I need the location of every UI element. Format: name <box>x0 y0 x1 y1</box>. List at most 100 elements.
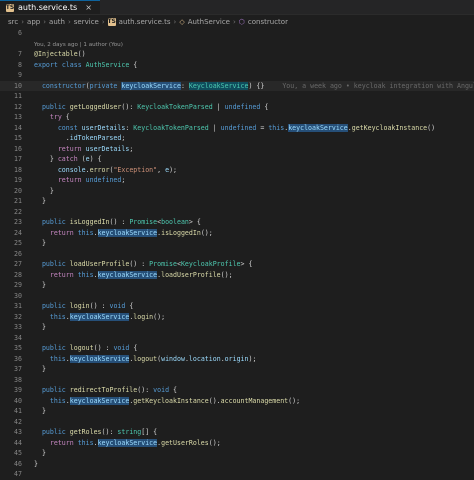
code-line[interactable]: 42 <box>0 417 474 428</box>
code-line[interactable]: 37 } <box>0 364 474 375</box>
line-number: 36 <box>14 354 22 363</box>
code-line[interactable]: 23 public isLoggedIn() : Promise<boolean… <box>0 217 474 228</box>
line-number: 35 <box>14 344 22 352</box>
code-line[interactable]: 9 <box>0 70 474 81</box>
code-editor[interactable]: 6 You, 2 days ago | 1 author (You) 7 @Injec… <box>0 28 474 480</box>
code-text: return userDetails; <box>57 144 134 153</box>
chevron-right-icon: › <box>173 17 177 26</box>
line-number: 19 <box>14 176 22 184</box>
code-line[interactable]: 26 <box>0 249 474 260</box>
code-text: } <box>34 197 46 205</box>
code-line[interactable]: 44 return this.keycloakService.getUserRo… <box>0 438 474 449</box>
breadcrumb-item[interactable]: app <box>27 18 40 26</box>
code-text: export class AuthService { <box>34 60 138 69</box>
breadcrumb-item[interactable]: service <box>74 18 99 26</box>
code-line[interactable]: 35 public logout() : void { <box>0 343 474 354</box>
code-text: public logout() : void { <box>41 344 138 352</box>
line-number: 37 <box>14 365 22 373</box>
chevron-right-icon: › <box>21 17 25 26</box>
code-text: public login() : void { <box>41 302 134 310</box>
code-line[interactable]: 21 } <box>0 196 474 207</box>
code-line[interactable]: 19 return undefined; <box>0 175 474 186</box>
line-number: 17 <box>14 155 22 163</box>
code-line[interactable]: 22 <box>0 207 474 218</box>
code-line[interactable]: 47 <box>0 469 474 480</box>
code-line[interactable]: 28 return this.keycloakService.loadUserP… <box>0 270 474 281</box>
code-text: return this.keycloakService.isLoggedIn()… <box>49 228 213 237</box>
code-text: } catch (e) { <box>34 155 102 163</box>
code-text: } <box>34 239 46 247</box>
breadcrumb-item[interactable]: auth.service.ts <box>119 18 171 26</box>
code-line[interactable]: 41 } <box>0 406 474 417</box>
code-line[interactable]: 6 <box>0 28 474 39</box>
code-line[interactable]: 39 public redirectToProfile(): void { <box>0 385 474 396</box>
code-line[interactable]: 16 return userDetails; <box>0 144 474 155</box>
line-number: 33 <box>14 323 22 331</box>
code-line[interactable]: 17 } catch (e) { <box>0 154 474 165</box>
code-text: return undefined; <box>57 176 126 184</box>
code-text: @Injectable() <box>34 50 86 58</box>
code-text: } <box>34 186 54 195</box>
code-line[interactable]: 33 } <box>0 322 474 333</box>
line-number: 23 <box>14 218 22 226</box>
code-text: this.keycloakService.login(); <box>49 312 166 321</box>
line-number: 20 <box>14 186 22 195</box>
breadcrumb-item[interactable]: constructor <box>248 18 288 26</box>
code-text: return this.keycloakService.loadUserProf… <box>49 270 233 279</box>
code-line[interactable]: 24 return this.keycloakService.isLoggedI… <box>0 228 474 239</box>
chevron-right-icon: › <box>232 17 236 26</box>
line-number: 38 <box>14 375 22 384</box>
tab-label: auth.service.ts <box>18 3 78 12</box>
line-number: 41 <box>14 407 22 415</box>
chevron-right-icon: › <box>101 17 105 26</box>
code-line[interactable]: 38 <box>0 375 474 386</box>
breadcrumb: src › app › auth › service › TS auth.service… <box>0 15 474 28</box>
line-number: 21 <box>14 197 22 205</box>
code-line[interactable]: 25 } <box>0 238 474 249</box>
code-line[interactable]: You, 2 days ago | 1 author (You) <box>0 39 474 50</box>
code-text: public getLoggedUser(): KeycloakTokenPar… <box>41 102 269 111</box>
line-number: 7 <box>18 50 22 58</box>
code-line[interactable]: 7 @Injectable() <box>0 49 474 60</box>
code-line[interactable]: 11 <box>0 91 474 102</box>
code-line[interactable]: 12 public getLoggedUser(): KeycloakToken… <box>0 102 474 113</box>
line-number: 16 <box>14 144 22 153</box>
breadcrumb-item[interactable]: src <box>8 18 18 26</box>
chevron-right-icon: › <box>43 17 47 26</box>
chevron-right-icon: › <box>67 17 71 26</box>
code-text: } <box>34 323 46 331</box>
code-line[interactable]: 45 } <box>0 448 474 459</box>
code-line[interactable]: 46} <box>0 459 474 470</box>
line-number: 25 <box>14 239 22 247</box>
code-line[interactable]: 29 } <box>0 280 474 291</box>
code-line[interactable]: 18 console.error("Exception", e); <box>0 165 474 176</box>
close-icon[interactable]: × <box>85 3 92 12</box>
code-line[interactable]: 15 .idTokenParsed; <box>0 133 474 144</box>
code-text: this.keycloakService.logout(window.locat… <box>49 354 257 363</box>
code-line[interactable]: 36 this.keycloakService.logout(window.lo… <box>0 354 474 365</box>
code-line[interactable]: 31 public login() : void { <box>0 301 474 312</box>
code-line[interactable]: 34 <box>0 333 474 344</box>
code-line[interactable]: 32 this.keycloakService.login(); <box>0 312 474 323</box>
code-line[interactable]: 13 try { <box>0 112 474 123</box>
code-line[interactable]: 20 } <box>0 186 474 197</box>
code-line[interactable]: 14 const userDetails: KeycloakTokenParse… <box>0 123 474 134</box>
line-number: 26 <box>14 249 22 258</box>
line-number: 12 <box>14 102 22 111</box>
code-text: } <box>34 449 46 457</box>
code-line[interactable]: 10 constructor(private keycloakService: … <box>0 80 474 91</box>
line-number: 11 <box>14 92 22 100</box>
code-text: } <box>34 459 38 468</box>
code-line[interactable]: 30 <box>0 291 474 302</box>
code-line[interactable]: 43 public getRoles(): string[] { <box>0 427 474 438</box>
tab-auth-service[interactable]: TS auth.service.ts × <box>0 0 100 14</box>
code-line[interactable]: 8 export class AuthService { <box>0 60 474 71</box>
code-line[interactable]: 27 public loadUserProfile() : Promise<Ke… <box>0 259 474 270</box>
code-text: .idTokenParsed; <box>34 134 126 142</box>
breadcrumb-item[interactable]: AuthService <box>188 18 230 26</box>
line-number: 9 <box>18 71 22 79</box>
code-line[interactable]: 40 this.keycloakService.getKeycloakInsta… <box>0 396 474 407</box>
method-symbol-icon: ⬡ <box>238 17 245 26</box>
code-text: return this.keycloakService.getUserRoles… <box>49 438 221 447</box>
breadcrumb-item[interactable]: auth <box>49 18 65 26</box>
